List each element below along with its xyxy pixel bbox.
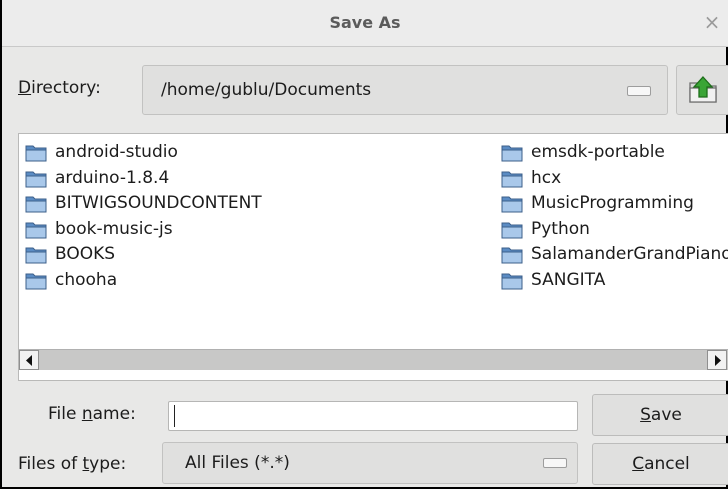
folder-icon <box>25 222 47 239</box>
title-bar[interactable]: Save As × <box>2 0 728 47</box>
folder-name: SANGITA <box>531 269 606 290</box>
directory-label: Directory: <box>18 78 101 98</box>
folder-name: book-music-js <box>55 218 173 239</box>
scroll-right-button[interactable] <box>707 350 727 370</box>
filetype-combo[interactable]: All Files (*.*) <box>162 442 578 484</box>
folder-item[interactable]: MusicProgramming <box>501 191 728 217</box>
folder-item[interactable]: emsdk-portable <box>501 140 728 166</box>
folder-name: chooha <box>55 269 118 290</box>
folder-icon <box>501 145 523 162</box>
folder-item[interactable]: chooha <box>25 268 262 294</box>
folder-name: emsdk-portable <box>531 142 665 162</box>
filename-label: File name: <box>48 404 136 424</box>
cancel-button[interactable]: Cancel <box>592 443 728 485</box>
folder-name: SalamanderGrandPiano <box>531 244 728 265</box>
arrow-left-icon <box>26 355 32 366</box>
folder-name: arduino-1.8.4 <box>55 167 170 188</box>
dialog-title: Save As <box>329 13 401 32</box>
filetype-label: Files of type: <box>18 454 127 474</box>
folder-item[interactable]: book-music-js <box>25 217 262 243</box>
folder-name: BOOKS <box>55 244 116 265</box>
folder-column-right: emsdk-portable hcx MusicProgramming Python S… <box>501 140 728 294</box>
file-list[interactable]: android-studio arduino-1.8.4 BITWIGSOUNDCO… <box>18 133 728 381</box>
arrow-right-icon <box>715 355 721 366</box>
folder-name: android-studio <box>55 142 178 162</box>
folder-item[interactable]: SalamanderGrandPiano <box>501 242 728 268</box>
folder-item[interactable]: hcx <box>501 166 728 192</box>
text-caret <box>174 405 175 427</box>
folder-column-left: android-studio arduino-1.8.4 BITWIGSOUNDCO… <box>25 140 262 294</box>
save-as-dialog: Save As × Directory: /home/gublu/Documen… <box>0 0 728 489</box>
folder-icon <box>25 273 47 290</box>
folder-icon <box>25 196 47 213</box>
filetype-selected: All Files (*.*) <box>185 453 290 473</box>
horizontal-scrollbar[interactable] <box>19 349 728 370</box>
combo-handle-icon <box>627 86 651 96</box>
filename-input[interactable] <box>168 401 578 431</box>
folder-name: BITWIGSOUNDCONTENT <box>55 193 262 214</box>
directory-path: /home/gublu/Documents <box>161 80 372 100</box>
folder-icon <box>501 273 523 290</box>
folder-item[interactable]: BITWIGSOUNDCONTENT <box>25 191 262 217</box>
folder-name: Python <box>531 218 590 239</box>
folder-item[interactable]: android-studio <box>25 140 262 166</box>
directory-combo[interactable]: /home/gublu/Documents <box>142 65 668 115</box>
folder-item[interactable]: BOOKS <box>25 242 262 268</box>
up-directory-button[interactable] <box>676 65 728 115</box>
folder-icon <box>501 171 523 188</box>
folder-name: hcx <box>531 167 562 188</box>
close-icon[interactable]: × <box>700 10 724 34</box>
folder-name: MusicProgramming <box>531 193 694 214</box>
folder-icon <box>501 196 523 213</box>
folder-icon <box>501 247 523 264</box>
folder-icon <box>25 247 47 264</box>
folder-icon <box>25 145 47 162</box>
folder-item[interactable]: Python <box>501 217 728 243</box>
folder-up-icon <box>689 76 717 103</box>
combo-handle-icon <box>543 458 567 468</box>
folder-icon <box>25 171 47 188</box>
folder-item[interactable]: arduino-1.8.4 <box>25 166 262 192</box>
save-button[interactable]: Save <box>592 394 728 436</box>
folder-item[interactable]: SANGITA <box>501 268 728 294</box>
folder-icon <box>501 222 523 239</box>
scroll-left-button[interactable] <box>19 350 39 370</box>
